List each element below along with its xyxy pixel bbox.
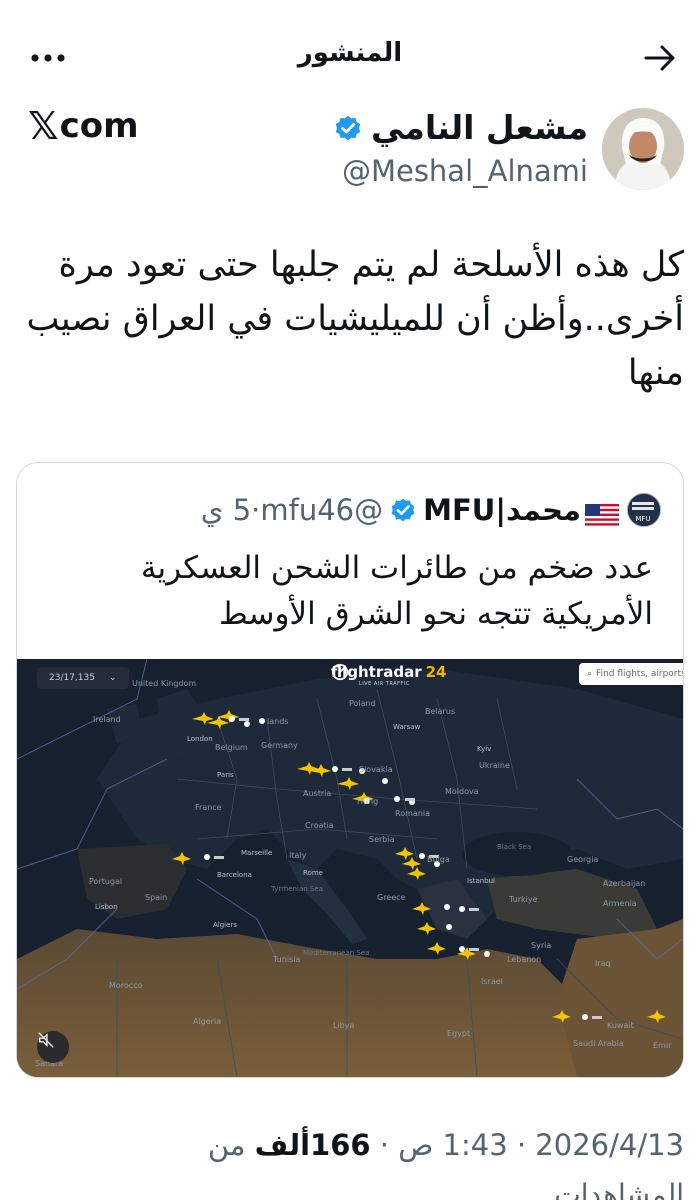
map-search-input[interactable]: ⌕ Find flights, airports (579, 663, 683, 685)
svg-text:MFU: MFU (635, 515, 650, 523)
chevron-down-icon: ⌄ (108, 673, 117, 683)
brand-tagline: LIVE AIR TRAFFIC (359, 681, 410, 687)
map-label: Black Sea (497, 843, 532, 851)
map-label: Portugal (89, 877, 123, 886)
map-label: Serbia (369, 835, 395, 844)
quoted-tweet-header: MFU محمد|MFU @mfu46 · 5 ي (201, 493, 661, 527)
map-label: Rome (303, 869, 323, 877)
tweet-time[interactable]: 1:43 ص (398, 1128, 507, 1162)
tweet-meta: 2026/4/13 · 1:43 ص · 166ألف من (208, 1128, 684, 1162)
map-label: Algeria (193, 1017, 222, 1026)
map-label: Croatia (305, 821, 334, 830)
map-label: Slovakia (359, 765, 393, 774)
map-label: Marseille (241, 849, 273, 857)
map-label: Barcelona (217, 871, 252, 879)
views-count: 166 (310, 1128, 371, 1162)
map-label: Italy (289, 851, 307, 860)
quoted-author-name[interactable]: محمد|MFU (423, 493, 581, 527)
map-label: United Kingdom (132, 679, 197, 688)
author-handle[interactable]: @Meshal_Alnami (342, 154, 588, 188)
map-label: France (195, 803, 222, 812)
quoted-author-handle[interactable]: @mfu46 (260, 493, 383, 527)
map-label: Tunisia (273, 955, 301, 964)
map-label: Lebanon (507, 955, 542, 964)
map-label: Istanbul (467, 877, 496, 885)
map-label: London (187, 735, 213, 743)
tweet-date[interactable]: 2026/4/13 (535, 1128, 684, 1162)
map-label: Morocco (109, 981, 143, 990)
map-label: Algiers (213, 921, 237, 929)
back-arrow-icon[interactable] (642, 40, 678, 76)
map-label: Iraq (595, 959, 611, 968)
x-logo-icon: 𝕏 (28, 104, 59, 148)
search-icon: ⌕ (587, 669, 593, 679)
map-label: Warsaw (393, 723, 421, 731)
map-label: Kyiv (477, 745, 492, 753)
verified-badge-icon (335, 115, 361, 140)
flightradar-logo: flightradar 24 LIVE AIR TRAFFIC (331, 663, 451, 691)
map-label: Paris (217, 771, 234, 779)
map-label: Turkiye (509, 895, 538, 904)
map-label: Kuwait (607, 1021, 634, 1030)
brand-suffix: 24 (425, 663, 447, 681)
page-title: المنشور (297, 38, 403, 68)
quoted-verified-badge-icon (391, 498, 415, 522)
map-label: Bulga (427, 855, 450, 864)
separator-dot: · (516, 1128, 527, 1162)
quoted-tweet-time[interactable]: 5 ي (201, 493, 251, 527)
mute-icon[interactable] (37, 1031, 69, 1063)
map-label: Spain (145, 893, 168, 902)
author-avatar[interactable] (602, 108, 684, 190)
map-label: Israel (481, 977, 503, 986)
map-label: lands (267, 717, 289, 726)
map-label: Egypt (447, 1029, 471, 1038)
map-label: Germany (261, 741, 298, 750)
map-label: Emir (653, 1041, 672, 1050)
author-name-row: مشعل النامي (333, 108, 588, 147)
map-label: Syria (531, 941, 552, 950)
map-label: Armenia (603, 899, 637, 908)
map-label: Belarus (425, 707, 456, 716)
views-label-line: المشاهدات (554, 1178, 684, 1200)
map-label: Lisbon (95, 903, 118, 911)
views-tail: من (207, 1128, 246, 1162)
separator-dot: · (379, 1128, 390, 1162)
x-com-watermark: 𝕏 com (28, 104, 139, 148)
radar-icon (331, 663, 349, 681)
quoted-tweet-text: عدد ضخم من طائرات الشحن العسكرية الأمريك… (140, 550, 653, 632)
map-label: Belgium (215, 743, 248, 752)
map-label: Ukraine (479, 761, 510, 770)
map-label: Ireland (93, 715, 121, 724)
quoted-tweet-card[interactable]: MFU محمد|MFU @mfu46 · 5 ي عدد ضخم من طائ… (16, 462, 684, 1078)
map-count-dropdown[interactable]: 23/17,135 ⌄ (37, 667, 129, 689)
map-label: Saudi Arabia (573, 1039, 624, 1048)
quoted-author-avatar[interactable]: MFU (627, 493, 661, 527)
map-label: Azerbaijan (603, 879, 646, 888)
author-name[interactable]: مشعل النامي (371, 108, 588, 147)
us-flag-icon (585, 499, 619, 526)
map-label: Austria (303, 789, 332, 798)
map-label: Romania (395, 809, 430, 818)
flightradar-map-image[interactable]: 23/17,135 ⌄ flightradar 24 LIVE AIR TRAFF… (17, 659, 683, 1077)
map-search-placeholder: Find flights, airports (596, 669, 683, 679)
map-count: 23/17,135 (49, 673, 95, 683)
map-label: Poland (349, 699, 376, 708)
map-label: Libya (333, 1021, 355, 1030)
map-label: Greece (377, 893, 406, 902)
map-label: Mediterranean Sea (303, 949, 370, 957)
map-label: Hung (357, 797, 379, 806)
views-unit: ألف (254, 1128, 311, 1162)
top-bar: المنشور (0, 0, 700, 105)
map-label: Moldova (445, 787, 479, 796)
separator-dot: · (251, 493, 261, 527)
watermark-text: com (59, 106, 139, 146)
tweet-text: كل هذه الأسلحة لم يتم جلبها حتى تعود مرة… (26, 245, 684, 393)
map-label: Tyrrhenian Sea (271, 885, 323, 893)
map-label: Georgia (567, 855, 599, 864)
